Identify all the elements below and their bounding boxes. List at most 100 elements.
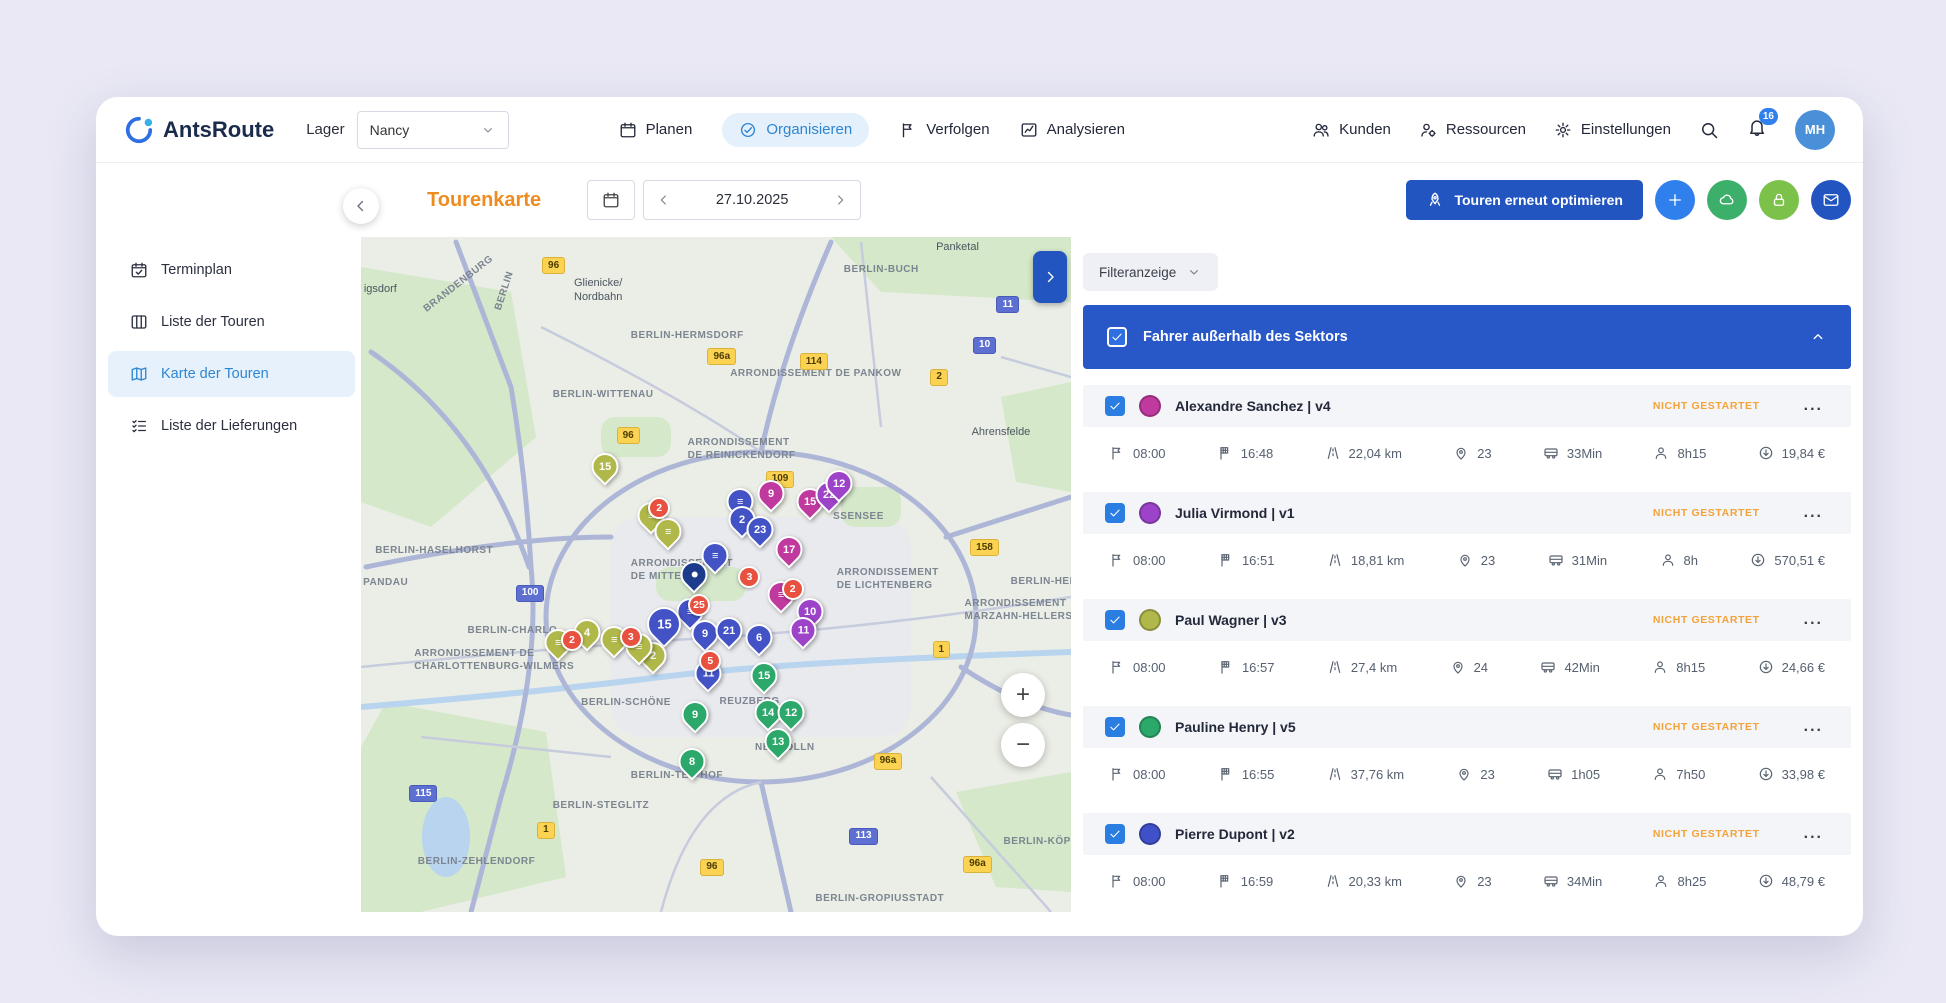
stops-stat: 23 xyxy=(1453,873,1491,889)
driver-header-row[interactable]: Pierre Dupont | v2 NICHT GESTARTET ... xyxy=(1083,813,1851,855)
driver-checkbox[interactable] xyxy=(1105,503,1125,523)
map-pin-icon xyxy=(1450,659,1466,675)
end-time-stat: 16:48 xyxy=(1217,445,1274,461)
sidebar-item-label: Terminplan xyxy=(161,262,232,278)
map-pin[interactable]: 6 xyxy=(740,619,778,657)
zoom-in-button[interactable]: + xyxy=(1001,673,1045,717)
sync-button[interactable] xyxy=(1707,180,1747,220)
cloud-icon xyxy=(1718,191,1736,209)
sidebar-item-liste-der-touren[interactable]: Liste der Touren xyxy=(108,299,355,345)
map-pin[interactable]: 15 xyxy=(745,656,783,694)
nav-organisieren[interactable]: Organisieren xyxy=(722,113,869,147)
finish-flag-icon xyxy=(1217,445,1233,461)
previous-day-button[interactable] xyxy=(656,192,672,208)
map-cluster-badge[interactable]: 2 xyxy=(648,497,670,519)
lock-icon xyxy=(1770,191,1788,209)
top-navbar: AntsRoute Lager Nancy Planen Organisiere… xyxy=(96,97,1863,163)
road-number-badge: 114 xyxy=(800,353,828,370)
content-area: Tourenkarte 27.10.2025 xyxy=(361,163,1863,936)
person-icon xyxy=(1652,766,1668,782)
road-number-badge: 96 xyxy=(700,859,723,876)
driver-header-row[interactable]: Julia Virmond | v1 NICHT GESTARTET ... xyxy=(1083,492,1851,534)
check-icon xyxy=(1108,827,1122,841)
calendar-icon xyxy=(602,191,620,209)
nav-verfolgen[interactable]: Verfolgen xyxy=(899,121,989,139)
person-icon xyxy=(1660,552,1676,568)
section-collapse-button[interactable] xyxy=(1809,328,1827,346)
reoptimize-tours-button[interactable]: Touren erneut optimieren xyxy=(1406,180,1643,220)
map-pin[interactable]: 9 xyxy=(676,695,714,733)
map-pin-icon xyxy=(1453,873,1469,889)
nav-einstellungen[interactable]: Einstellungen xyxy=(1554,121,1671,139)
download-cost-icon xyxy=(1758,445,1774,461)
map-cluster-badge[interactable]: 25 xyxy=(688,594,710,616)
map-cluster-badge[interactable]: 3 xyxy=(738,566,760,588)
zoom-out-button[interactable]: − xyxy=(1001,723,1045,767)
cost-stat: 24,66 € xyxy=(1758,659,1825,675)
driver-color-dot xyxy=(1139,716,1161,738)
map-expand-button[interactable] xyxy=(1033,251,1067,303)
filter-display-dropdown[interactable]: Filteranzeige xyxy=(1083,253,1218,291)
nav-kunden[interactable]: Kunden xyxy=(1312,121,1391,139)
sector-section-header[interactable]: Fahrer außerhalb des Sektors xyxy=(1083,305,1851,369)
sidebar-item-karte-der-touren[interactable]: Karte der Touren xyxy=(108,351,355,397)
driver-more-button[interactable]: ... xyxy=(1804,403,1823,409)
driver-more-button[interactable]: ... xyxy=(1804,831,1823,837)
mail-button[interactable] xyxy=(1811,180,1851,220)
driver-color-dot xyxy=(1139,823,1161,845)
notifications-button[interactable]: 16 xyxy=(1747,117,1767,142)
sidebar-item-liste-der-lieferungen[interactable]: Liste der Lieferungen xyxy=(108,403,355,449)
map-area-label: BERLIN-BUCH xyxy=(844,263,919,276)
road-icon xyxy=(1327,659,1343,675)
brand-logo[interactable]: AntsRoute xyxy=(124,115,274,145)
calendar-check-icon xyxy=(130,261,148,279)
map-area-label: BERLIN-ZEHLENDORF xyxy=(418,855,535,868)
map-cluster-badge[interactable]: 3 xyxy=(620,626,642,648)
map-cluster-badge[interactable]: 2 xyxy=(561,629,583,651)
shift-duration-stat: 8h15 xyxy=(1653,445,1706,461)
sidebar-collapse-button[interactable] xyxy=(343,188,379,224)
map-cluster-badge[interactable]: 5 xyxy=(699,650,721,672)
next-day-button[interactable] xyxy=(832,192,848,208)
section-title: Fahrer außerhalb des Sektors xyxy=(1143,329,1348,345)
lock-button[interactable] xyxy=(1759,180,1799,220)
avatar[interactable]: MH xyxy=(1795,110,1835,150)
map-area-label: ARRONDISSEMENT MARZAHN-HELLERS xyxy=(965,597,1072,623)
driver-more-button[interactable]: ... xyxy=(1804,617,1823,623)
driver-stats-row: 08:00 16:51 18,81 km 23 31Min 8h 570,51 … xyxy=(1083,534,1851,586)
driver-more-button[interactable]: ... xyxy=(1804,510,1823,516)
driver-header-row[interactable]: Alexandre Sanchez | v4 NICHT GESTARTET .… xyxy=(1083,385,1851,427)
map-pin[interactable]: 17 xyxy=(770,530,808,568)
map-pin-icon xyxy=(1457,552,1473,568)
driver-checkbox[interactable] xyxy=(1105,610,1125,630)
map-pin[interactable]: 15 xyxy=(586,447,624,485)
driver-header-row[interactable]: Paul Wagner | v3 NICHT GESTARTET ... xyxy=(1083,599,1851,641)
nav-ressourcen[interactable]: Ressourcen xyxy=(1419,121,1526,139)
warehouse-dropdown[interactable]: Nancy xyxy=(357,111,509,149)
nav-einstellungen-label: Einstellungen xyxy=(1581,121,1671,138)
road-number-badge: 1 xyxy=(933,641,951,658)
map-cluster-badge[interactable]: 2 xyxy=(782,578,804,600)
add-button[interactable] xyxy=(1655,180,1695,220)
search-icon[interactable] xyxy=(1699,120,1719,140)
map-area-label: HOF xyxy=(700,769,723,782)
section-checkbox[interactable] xyxy=(1107,327,1127,347)
driver-header-row[interactable]: Pauline Henry | v5 NICHT GESTARTET ... xyxy=(1083,706,1851,748)
shift-duration-stat: 8h15 xyxy=(1652,659,1705,675)
driver-more-button[interactable]: ... xyxy=(1804,724,1823,730)
chevron-left-icon xyxy=(352,197,370,215)
tour-map[interactable]: PanketalBRANDENBURGBERLINGlienicke/ Nord… xyxy=(361,237,1071,912)
nav-analysieren[interactable]: Analysieren xyxy=(1020,121,1125,139)
calendar-picker-button[interactable] xyxy=(587,180,635,220)
driver-checkbox[interactable] xyxy=(1105,824,1125,844)
finish-flag-icon xyxy=(1218,552,1234,568)
driver-checkbox[interactable] xyxy=(1105,396,1125,416)
nav-analysieren-label: Analysieren xyxy=(1047,121,1125,138)
sidebar-item-terminplan[interactable]: Terminplan xyxy=(108,247,355,293)
nav-planen[interactable]: Planen xyxy=(619,121,693,139)
map-pin[interactable]: 21 xyxy=(710,611,748,649)
driver-status-badge: NICHT GESTARTET xyxy=(1653,614,1760,626)
road-number-badge: 96a xyxy=(707,348,736,365)
driver-checkbox[interactable] xyxy=(1105,717,1125,737)
road-number-badge: 100 xyxy=(516,585,545,602)
